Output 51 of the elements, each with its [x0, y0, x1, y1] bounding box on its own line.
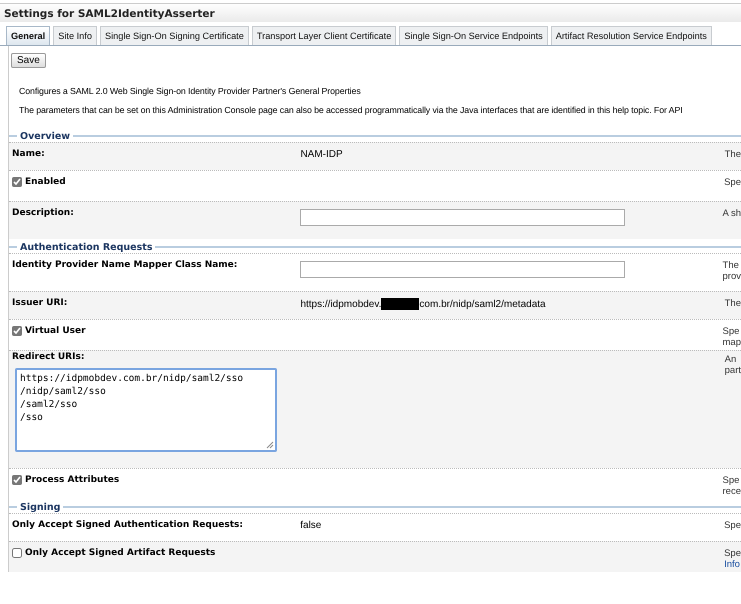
checkbox[interactable]: [12, 548, 22, 558]
tab[interactable]: Artifact Resolution Service Endpoints: [550, 26, 712, 45]
help-text: part: [724, 365, 741, 376]
help-text: Spe: [724, 177, 741, 188]
help-text: Spe: [722, 326, 740, 337]
field-label: Only Accept Signed Artifact Requests: [25, 548, 216, 558]
help-text: Spe: [724, 548, 741, 559]
section-title: Authentication Requests: [20, 242, 152, 252]
section-title: Signing: [20, 502, 60, 512]
help-text: Spe: [724, 520, 741, 531]
field-label: Virtual User: [25, 326, 86, 336]
field-label: Name:: [12, 149, 45, 159]
tab[interactable]: Single Sign-On Signing Certificate: [100, 26, 249, 45]
field-value: NAM-IDP: [300, 149, 343, 160]
tab[interactable]: General: [6, 26, 50, 45]
field-label: Identity Provider Name Mapper Class Name:: [12, 260, 238, 270]
help-text: The: [724, 298, 741, 309]
field-value: false: [300, 520, 322, 531]
window-title: Settings for SAML2IdentityAsserter: [0, 3, 741, 22]
intro-text: Configures a SAML 2.0 Web Single Sign-on Identity Provider Partner's General Properties: [19, 86, 362, 96]
help-text: rece: [722, 486, 741, 497]
field-label: Only Accept Signed Authentication Requests:: [12, 520, 243, 530]
checkbox[interactable]: [12, 177, 22, 187]
save-button[interactable]: Save: [11, 53, 46, 68]
section-title: Overview: [20, 130, 70, 142]
help-text: prov: [722, 271, 741, 282]
resize-grip-icon[interactable]: [266, 441, 274, 449]
help-text: The: [724, 149, 741, 160]
redaction-block: [381, 298, 420, 310]
help-link[interactable]: Info: [724, 559, 741, 570]
field-label: Issuer URI:: [12, 298, 68, 308]
help-text: map: [722, 337, 741, 348]
field-label: Enabled: [25, 177, 66, 187]
help-text: An: [724, 354, 738, 365]
field-value: com.br/nidp/saml2/metadata: [419, 298, 546, 310]
tab[interactable]: Site Info: [53, 26, 97, 45]
help-text: Spe: [722, 475, 740, 486]
tab[interactable]: Single Sign-On Service Endpoints: [399, 26, 548, 45]
intro-text: The parameters that can be set on this Administration Console page can also be accessed programmatically via the Java interfaces that are identified in this help topic. For API: [19, 105, 684, 115]
input-field[interactable]: [300, 209, 625, 226]
help-text: A sh: [722, 208, 741, 219]
field-label: Description:: [12, 208, 74, 218]
tab[interactable]: Transport Layer Client Certificate: [252, 26, 396, 45]
input-field[interactable]: [300, 261, 625, 278]
field-label: Process Attributes: [25, 475, 120, 485]
field-value: https://idpmobdev.: [300, 298, 382, 310]
checkbox[interactable]: [12, 475, 22, 485]
help-text: The: [722, 260, 740, 271]
field-label: Redirect URIs:: [12, 352, 84, 362]
checkbox[interactable]: [12, 326, 22, 336]
text-area[interactable]: https://idpmobdev.com.br/nidp/saml2/sso /nidp/saml2/sso /saml2/sso /sso: [15, 368, 277, 452]
